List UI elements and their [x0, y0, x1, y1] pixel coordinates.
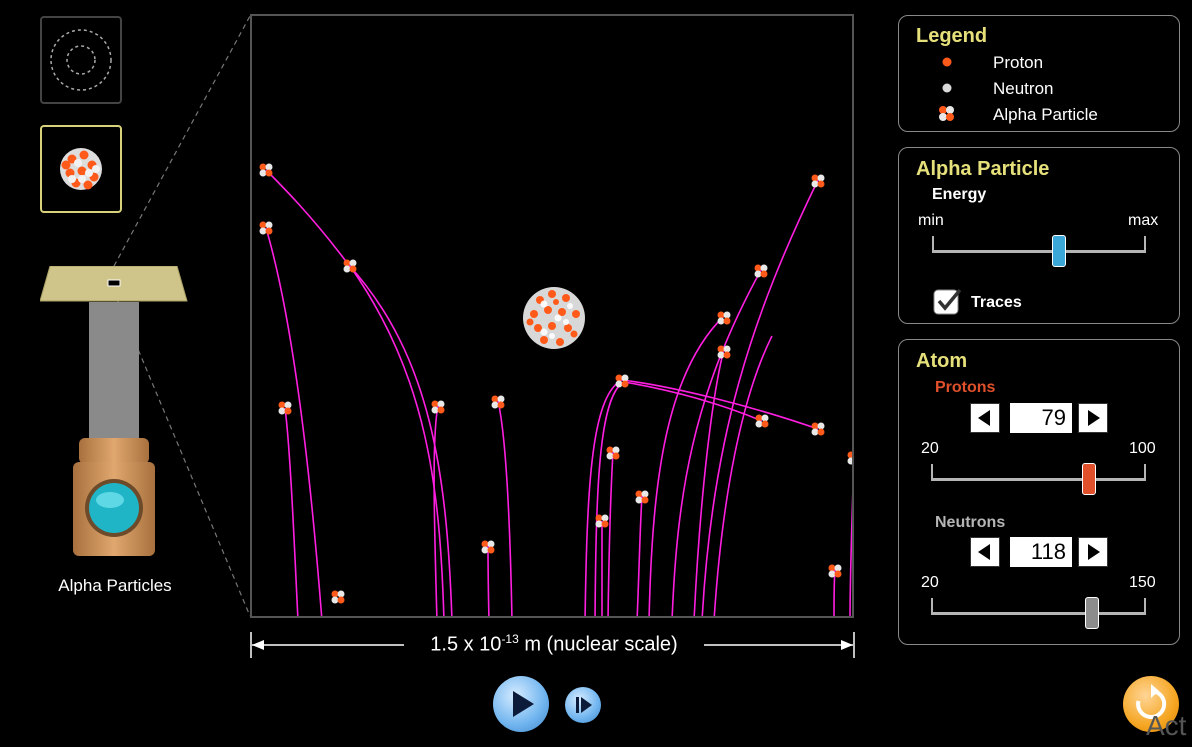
play-button[interactable] [493, 676, 549, 732]
arrow-right-icon [1088, 544, 1100, 560]
protons-tick-min [931, 464, 933, 478]
alpha-gun [73, 438, 155, 556]
legend-neutron-label: Neutron [993, 79, 1054, 98]
fire-button[interactable] [89, 483, 139, 533]
neutrons-increment-button[interactable] [1078, 537, 1108, 567]
alpha-particle-panel: Alpha Particle Energy min max Traces [898, 147, 1180, 324]
protons-max-label: 100 [1129, 440, 1156, 457]
energy-min-label: min [918, 212, 944, 229]
legend-panel: Legend Proton Neutron Alpha Particle [898, 15, 1180, 132]
neutrons-slider-knob[interactable] [1085, 597, 1100, 629]
protons-label: Protons [935, 379, 996, 396]
protons-decrement-button[interactable] [970, 403, 1000, 433]
neutrons-slider-track[interactable] [931, 612, 1146, 615]
atom-panel: Atom Protons 79 20 100 Neutrons 118 20 1… [898, 339, 1180, 645]
neutrons-label: Neutrons [935, 514, 1006, 531]
gun-caption: Alpha Particles [58, 576, 172, 595]
corner-text: Act [1146, 710, 1187, 741]
protons-min-label: 20 [921, 440, 939, 457]
nuclear-view [250, 14, 854, 618]
arrow-left-icon [978, 410, 990, 426]
arrow-left-icon [978, 544, 990, 560]
protons-tick-max [1144, 464, 1146, 478]
legend-proton-label: Proton [993, 53, 1044, 72]
legend-title: Legend [916, 25, 988, 47]
protons-increment-button[interactable] [1078, 403, 1108, 433]
energy-slider-knob[interactable] [1052, 235, 1067, 267]
trajectory-canvas [259, 163, 852, 616]
atom-title: Atom [916, 350, 968, 372]
protons-slider-knob[interactable] [1081, 463, 1096, 495]
beam-column [89, 302, 139, 440]
traces-label: Traces [971, 294, 1022, 311]
step-button[interactable] [565, 687, 601, 723]
neutrons-value[interactable]: 118 [1010, 537, 1072, 567]
alpha-traces [265, 169, 852, 616]
alpha-title: Alpha Particle [916, 158, 1050, 180]
alpha-particle-icon [939, 106, 954, 121]
play-icon [513, 691, 534, 717]
energy-tick-min [932, 236, 934, 250]
protons-slider-track[interactable] [931, 478, 1146, 481]
neutrons-tick-min [931, 598, 933, 612]
step-icon [576, 697, 592, 713]
legend-alpha-label: Alpha Particle [993, 105, 1098, 124]
gold-nucleus [523, 287, 585, 349]
gold-foil [40, 266, 188, 302]
arrow-right-icon [1088, 410, 1100, 426]
energy-tick-max [1144, 236, 1146, 250]
protons-value[interactable]: 79 [1010, 403, 1072, 433]
neutrons-min-label: 20 [921, 574, 939, 591]
checkbox-icon[interactable] [932, 286, 964, 318]
proton-icon [942, 57, 952, 67]
energy-slider-track[interactable] [932, 250, 1146, 253]
energy-max-label: max [1128, 212, 1159, 229]
energy-label: Energy [932, 186, 987, 203]
alpha-particles [259, 163, 852, 604]
neutrons-max-label: 150 [1129, 574, 1156, 591]
neutron-icon [942, 83, 952, 93]
neutrons-decrement-button[interactable] [970, 537, 1000, 567]
scale-label: 1.5 x 10-13 m (nuclear scale) [404, 632, 704, 657]
neutrons-tick-max [1144, 598, 1146, 612]
